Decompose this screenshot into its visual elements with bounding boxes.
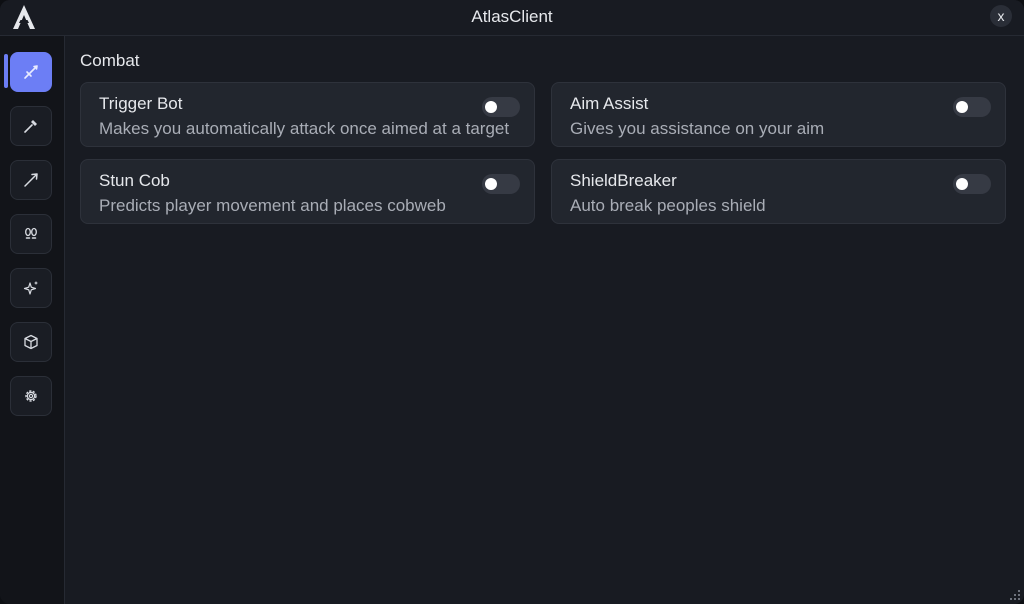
toggle-knob	[956, 178, 968, 190]
toggle-knob	[956, 101, 968, 113]
active-indicator	[4, 54, 8, 88]
module-toggle[interactable]	[953, 97, 991, 117]
app-window: AtlasClient x Combat Trigger Bot Makes y…	[0, 0, 1024, 604]
module-toggle[interactable]	[482, 174, 520, 194]
gear-icon	[25, 390, 37, 402]
toggle-knob	[485, 178, 497, 190]
module-card-trigger-bot[interactable]: Trigger Bot Makes you automatically atta…	[80, 82, 535, 147]
arrow-icon	[24, 173, 38, 187]
sidebar-item-settings[interactable]	[10, 376, 52, 416]
section-title: Combat	[80, 51, 140, 70]
title-bar[interactable]: AtlasClient x	[0, 0, 1024, 36]
module-toggle[interactable]	[953, 174, 991, 194]
close-button[interactable]: x	[990, 5, 1012, 27]
pickaxe-icon	[24, 120, 37, 133]
resize-grip-icon[interactable]	[1007, 587, 1021, 601]
cube-icon	[24, 334, 38, 350]
module-title: Trigger Bot	[99, 94, 183, 113]
module-description: Makes you automatically attack once aime…	[99, 119, 510, 138]
module-card-aim-assist[interactable]: Aim Assist Gives you assistance on your …	[551, 82, 1006, 147]
module-card-stun-cob[interactable]: Stun Cob Predicts player movement and pl…	[80, 159, 535, 224]
sword-icon	[24, 65, 38, 79]
window-title: AtlasClient	[471, 7, 553, 26]
sparkles-icon	[23, 281, 38, 295]
sidebar-item-movement[interactable]	[10, 214, 52, 254]
footsteps-icon	[25, 227, 37, 239]
sidebar-item-render[interactable]	[10, 268, 52, 308]
module-title: ShieldBreaker	[570, 171, 677, 190]
toggle-knob	[485, 101, 497, 113]
module-title: Stun Cob	[99, 171, 170, 190]
sidebar	[0, 36, 65, 604]
module-description: Auto break peoples shield	[570, 196, 766, 215]
sidebar-item-tools[interactable]	[10, 106, 52, 146]
module-description: Gives you assistance on your aim	[570, 119, 825, 138]
sidebar-item-combat[interactable]	[10, 52, 52, 92]
sidebar-item-ranged[interactable]	[10, 160, 52, 200]
sidebar-item-world[interactable]	[10, 322, 52, 362]
module-description: Predicts player movement and places cobw…	[99, 196, 446, 215]
main-panel: Combat Trigger Bot Makes you automatical…	[66, 37, 1024, 604]
module-toggle[interactable]	[482, 97, 520, 117]
module-card-shieldbreaker[interactable]: ShieldBreaker Auto break peoples shield	[551, 159, 1006, 224]
module-title: Aim Assist	[570, 94, 649, 113]
